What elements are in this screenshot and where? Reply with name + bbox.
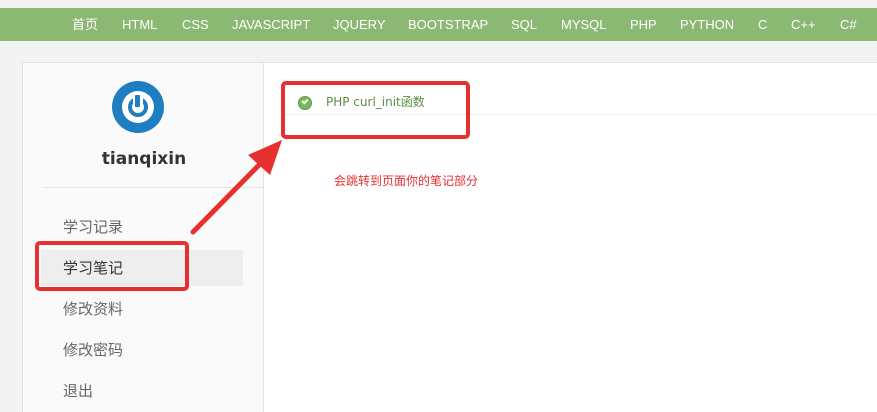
- annotation-arrow: [190, 140, 282, 235]
- annotation-text: 会跳转到页面你的笔记部分: [334, 174, 479, 188]
- annotation-arrow-shaft: [190, 159, 265, 235]
